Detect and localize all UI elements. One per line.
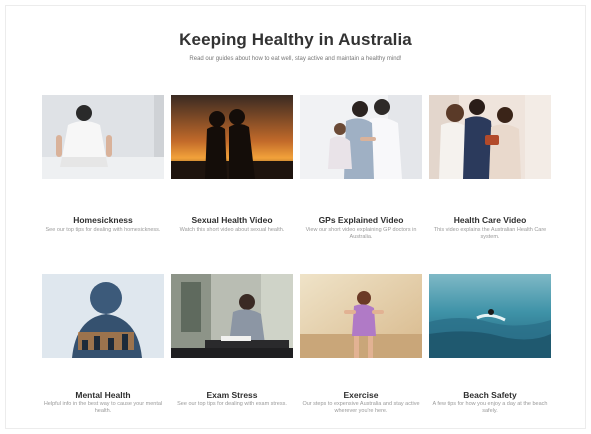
- card-title[interactable]: Mental Health: [32, 390, 174, 400]
- card-description: Our steps to expensive Australia and sta…: [302, 401, 420, 414]
- card-description: Helpful info in the best way to cause yo…: [43, 401, 163, 414]
- card-title[interactable]: Health Care Video: [419, 215, 561, 225]
- card-exercise[interactable]: Exercise Our steps to expensive Australi…: [300, 274, 422, 414]
- card-mental-health[interactable]: Mental Health Helpful info in the best w…: [42, 274, 164, 414]
- page-subtitle: Read our guides about how to eat well, s…: [189, 56, 402, 62]
- card-description: View our short video explaining GP docto…: [305, 227, 417, 240]
- card-description: This video explains the Australian Healt…: [433, 227, 547, 240]
- couple-sunset-photo-icon: [171, 95, 293, 179]
- ocean-surfer-photo-icon: [429, 274, 551, 358]
- card-description: A few tips for how you enjoy a day at th…: [432, 401, 548, 414]
- card-description: See our top tips for dealing with homesi…: [45, 227, 161, 233]
- card-title[interactable]: Beach Safety: [419, 390, 561, 400]
- health-care-video-image[interactable]: [429, 95, 551, 179]
- card-title[interactable]: Exercise: [290, 390, 432, 400]
- card-homesickness[interactable]: Homesickness See our top tips for dealin…: [42, 95, 164, 233]
- card-health-care-video[interactable]: Health Care Video This video explains th…: [429, 95, 551, 240]
- card-exam-stress[interactable]: Exam Stress See our top tips for dealing…: [171, 274, 293, 407]
- student-desk-photo-icon: [171, 274, 293, 358]
- card-title[interactable]: Sexual Health Video: [161, 215, 303, 225]
- exercise-image[interactable]: [300, 274, 422, 358]
- card-description: See our top tips for dealing with exam s…: [177, 401, 287, 407]
- card-description: Watch this short video about sexual heal…: [179, 227, 285, 233]
- sexual-health-video-image[interactable]: [171, 95, 293, 179]
- card-title[interactable]: Homesickness: [32, 215, 174, 225]
- mental-health-image[interactable]: [42, 274, 164, 358]
- card-sexual-health-video[interactable]: Sexual Health Video Watch this short vid…: [171, 95, 293, 233]
- family-group-photo-icon: [429, 95, 551, 179]
- double-exposure-photo-icon: [42, 274, 164, 358]
- card-beach-safety[interactable]: Beach Safety A few tips for how you enjo…: [429, 274, 551, 414]
- homesickness-image[interactable]: [42, 95, 164, 179]
- exam-stress-image[interactable]: [171, 274, 293, 358]
- gps-explained-video-image[interactable]: [300, 95, 422, 179]
- runner-photo-icon: [300, 274, 422, 358]
- beach-safety-image[interactable]: [429, 274, 551, 358]
- doctor-family-photo-icon: [300, 95, 422, 179]
- page-title: Keeping Healthy in Australia: [179, 30, 412, 49]
- sitting-person-photo-icon: [42, 95, 164, 179]
- card-title[interactable]: Exam Stress: [161, 390, 303, 400]
- card-gps-explained-video[interactable]: GPs Explained Video View our short video…: [300, 95, 422, 240]
- card-title[interactable]: GPs Explained Video: [290, 215, 432, 225]
